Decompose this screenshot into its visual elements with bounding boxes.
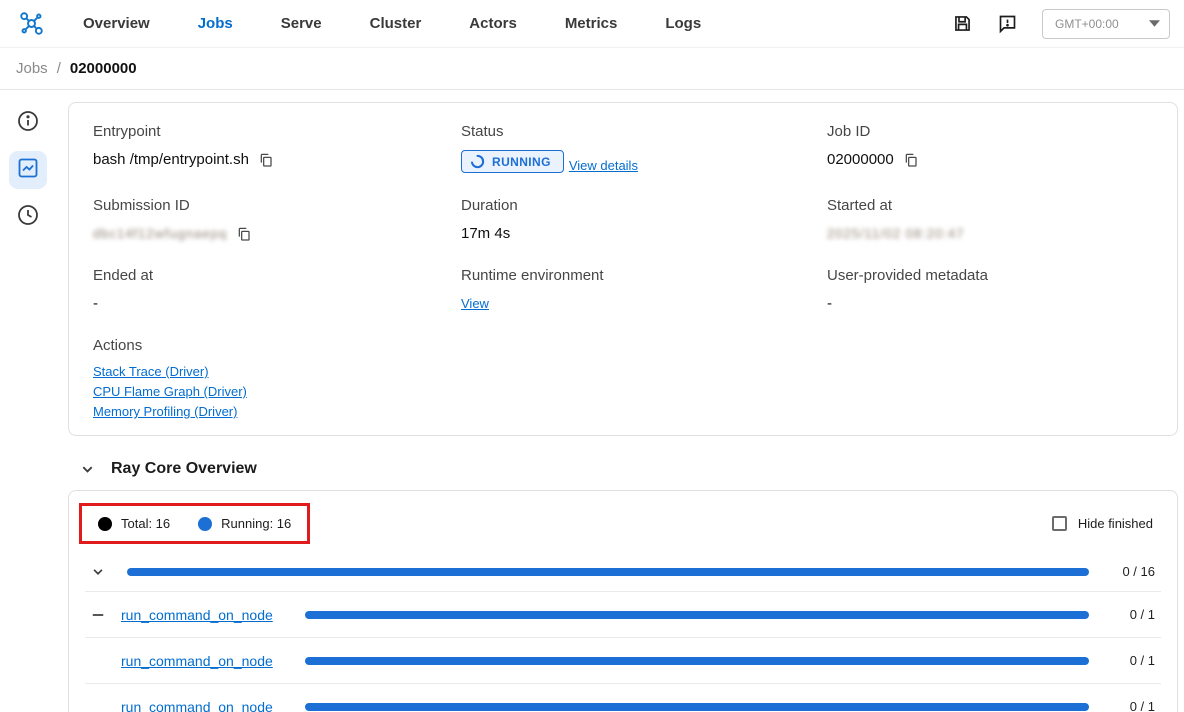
stack-trace-link[interactable]: Stack Trace (Driver) [93,364,209,379]
ray-logo-icon[interactable] [18,10,45,37]
nav-jobs[interactable]: Jobs [198,15,233,32]
breadcrumb: Jobs / 02000000 [0,48,1184,90]
progress-bar [305,657,1089,665]
main-content: Entrypoint bash /tmp/entrypoint.sh Statu… [56,90,1184,712]
progress-bar-total [127,568,1089,576]
section-title: Ray Core Overview [111,460,257,478]
spinner-icon [470,154,485,169]
legend-total: Total: 16 [98,516,170,531]
copy-icon[interactable] [258,152,274,168]
field-label: Submission ID [93,197,461,214]
nav-logs[interactable]: Logs [665,15,701,32]
job-metadata-card: Entrypoint bash /tmp/entrypoint.sh Statu… [68,102,1178,436]
field-label: Runtime environment [461,267,827,284]
chevron-down-icon [1149,20,1160,27]
save-icon[interactable] [952,13,973,34]
progress-count: 0 / 1 [1107,653,1155,668]
chart-icon [16,156,40,185]
field-ended-at: Ended at - [93,267,461,313]
hide-finished-toggle[interactable]: Hide finished [1052,516,1153,531]
annotation-rectangle: Total: 16 Running: 16 [79,503,310,544]
nav-overview[interactable]: Overview [83,15,150,32]
timezone-select[interactable]: GMT+00:00 [1042,9,1170,39]
progress-bar [305,611,1089,619]
field-label: Job ID [827,123,1153,140]
breadcrumb-separator: / [57,60,61,77]
page-body: Entrypoint bash /tmp/entrypoint.sh Statu… [0,90,1184,712]
feedback-icon[interactable] [997,13,1018,34]
job-detail-tab-rail [0,90,56,712]
metadata-value: - [827,295,832,312]
hide-finished-label: Hide finished [1078,516,1153,531]
field-submission-id: Submission ID dbc14f12wfugnaepq [93,197,461,243]
progress-count: 0 / 1 [1107,699,1155,712]
legend-running: Running: 16 [198,516,291,531]
nav-serve[interactable]: Serve [281,15,322,32]
field-duration: Duration 17m 4s [461,197,827,243]
copy-icon[interactable] [236,226,252,242]
field-label: Entrypoint [93,123,461,140]
main-nav: Overview Jobs Serve Cluster Actors Metri… [59,15,725,32]
status-text: RUNNING [492,155,551,169]
field-metadata: User-provided metadata - [827,267,1153,313]
tab-events[interactable] [9,198,47,236]
task-row: run_command_on_node 0 / 1 [85,592,1161,638]
field-actions: Actions Stack Trace (Driver) CPU Flame G… [93,337,1153,419]
field-started-at: Started at 2025/11/02 08:20:47 [827,197,1153,243]
ray-core-progress-card: Total: 16 Running: 16 Hide finished [68,490,1178,712]
ended-at-value: - [93,295,98,312]
clock-icon [16,203,40,232]
tab-charts[interactable] [9,151,47,189]
checkbox-icon[interactable] [1052,516,1067,531]
task-row: run_command_on_node 0 / 1 [85,684,1161,712]
memory-profiling-link[interactable]: Memory Profiling (Driver) [93,404,237,419]
started-at-value: 2025/11/02 08:20:47 [827,226,964,241]
info-icon [16,109,40,138]
task-link[interactable]: run_command_on_node [121,653,273,669]
field-runtime-env: Runtime environment View [461,267,827,313]
duration-value: 17m 4s [461,225,510,242]
entrypoint-value: bash /tmp/entrypoint.sh [93,151,249,168]
field-label: Duration [461,197,827,214]
cpu-flame-graph-link[interactable]: CPU Flame Graph (Driver) [93,384,247,399]
topbar-actions: GMT+00:00 [952,9,1170,39]
nav-metrics[interactable]: Metrics [565,15,618,32]
nav-cluster[interactable]: Cluster [370,15,422,32]
progress-count: 0 / 1 [1107,607,1155,622]
runtime-env-view-link[interactable]: View [461,296,489,311]
copy-icon[interactable] [903,152,919,168]
field-label: Actions [93,337,1153,354]
top-nav-bar: Overview Jobs Serve Cluster Actors Metri… [0,0,1184,48]
progress-summary-row: 0 / 16 [85,552,1161,592]
nav-actors[interactable]: Actors [469,15,517,32]
task-row: run_command_on_node 0 / 1 [85,638,1161,684]
field-label: User-provided metadata [827,267,1153,284]
task-link[interactable]: run_command_on_node [121,607,273,623]
total-dot-icon [98,517,112,531]
breadcrumb-jobs-link[interactable]: Jobs [16,60,48,77]
task-link[interactable]: run_command_on_node [121,699,273,712]
view-details-link[interactable]: View details [569,158,638,173]
submission-id-value: dbc14f12wfugnaepq [93,226,227,241]
ray-core-overview-header[interactable]: Ray Core Overview [80,460,1178,478]
running-dot-icon [198,517,212,531]
field-status: Status RUNNING View details [461,123,827,173]
progress-bar [305,703,1089,711]
field-entrypoint: Entrypoint bash /tmp/entrypoint.sh [93,123,461,173]
field-label: Status [461,123,827,140]
breadcrumb-current-job: 02000000 [70,60,137,77]
field-label: Started at [827,197,1153,214]
timezone-value: GMT+00:00 [1055,17,1119,31]
minus-icon[interactable] [91,608,121,622]
field-label: Ended at [93,267,461,284]
status-badge: RUNNING [461,150,564,173]
job-id-value: 02000000 [827,151,894,168]
chevron-down-icon[interactable] [91,565,121,579]
progress-count: 0 / 16 [1107,564,1155,579]
tab-info[interactable] [9,104,47,142]
chevron-down-icon [80,462,95,477]
field-job-id: Job ID 02000000 [827,123,1153,173]
